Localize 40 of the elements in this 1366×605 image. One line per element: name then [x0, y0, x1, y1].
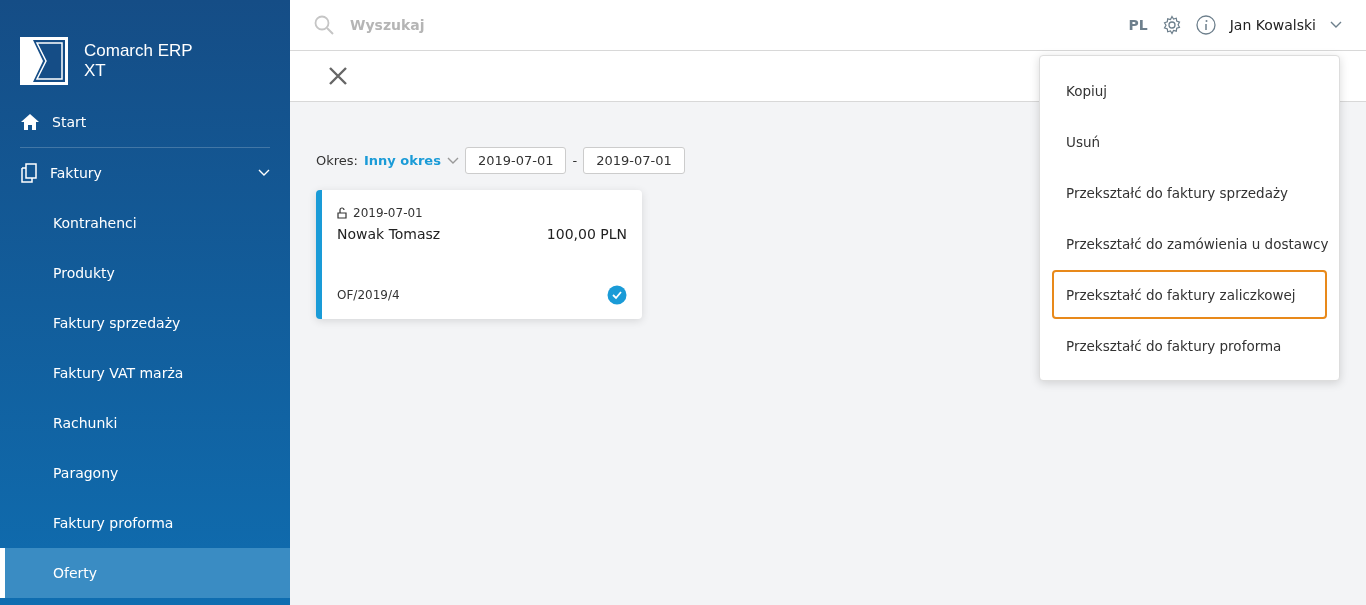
- chevron-down-icon: [446, 156, 459, 165]
- documents-icon: [20, 163, 38, 183]
- offer-amount: 100,00 PLN: [546, 226, 627, 242]
- sidebar-item[interactable]: Produkty: [0, 248, 290, 298]
- sidebar-item[interactable]: Kontrahenci: [0, 198, 290, 248]
- lock-icon: [337, 207, 347, 219]
- close-icon[interactable]: [328, 66, 348, 86]
- sidebar-item[interactable]: Rachunki: [0, 398, 290, 448]
- app-name: Comarch ERP XT: [84, 40, 193, 81]
- info-icon[interactable]: [1195, 15, 1216, 35]
- offer-number: OF/2019/4: [337, 288, 400, 302]
- menu-item[interactable]: Kopiuj: [1052, 66, 1327, 115]
- menu-item[interactable]: Przekształć do zamówienia u dostawcy: [1052, 219, 1327, 268]
- period-label: Okres:: [316, 153, 358, 168]
- check-icon[interactable]: [607, 285, 627, 305]
- home-icon: [20, 113, 40, 131]
- logo-icon: [20, 36, 68, 85]
- menu-item[interactable]: Przekształć do faktury zaliczkowej: [1052, 270, 1327, 319]
- sidebar-item[interactable]: Faktury VAT marża: [0, 348, 290, 398]
- date-separator: -: [572, 153, 578, 168]
- menu-item[interactable]: Przekształć do faktury sprzedaży: [1052, 168, 1327, 217]
- menu-item[interactable]: Przekształć do faktury proforma: [1052, 321, 1327, 370]
- offer-date: 2019-07-01: [353, 206, 423, 220]
- sidebar-item[interactable]: Oferty: [0, 548, 290, 598]
- language-button[interactable]: PL: [1128, 17, 1148, 33]
- sidebar-item[interactable]: Paragony: [0, 448, 290, 498]
- search-icon: [314, 15, 334, 35]
- customer-name: Nowak Tomasz: [337, 226, 441, 242]
- search-input[interactable]: Wyszukaj: [348, 16, 1115, 34]
- date-from-field[interactable]: 2019-07-01: [464, 147, 567, 174]
- date-to-field[interactable]: 2019-07-01: [583, 147, 685, 174]
- sidebar-item[interactable]: Faktury sprzedaży: [0, 298, 290, 348]
- user-menu[interactable]: Jan Kowalski: [1229, 17, 1316, 33]
- settings-icon[interactable]: [1161, 15, 1182, 35]
- sidebar-item[interactable]: Faktury proforma: [0, 498, 290, 548]
- sidebar-item[interactable]: Faktury: [0, 148, 290, 198]
- chevron-down-icon: [1330, 21, 1342, 29]
- offer-card[interactable]: 2019-07-01 Nowak Tomasz 100,00 PLN OF/2019/4: [316, 190, 642, 319]
- sidebar-item[interactable]: Start: [0, 97, 290, 147]
- menu-item[interactable]: Usuń: [1052, 117, 1327, 166]
